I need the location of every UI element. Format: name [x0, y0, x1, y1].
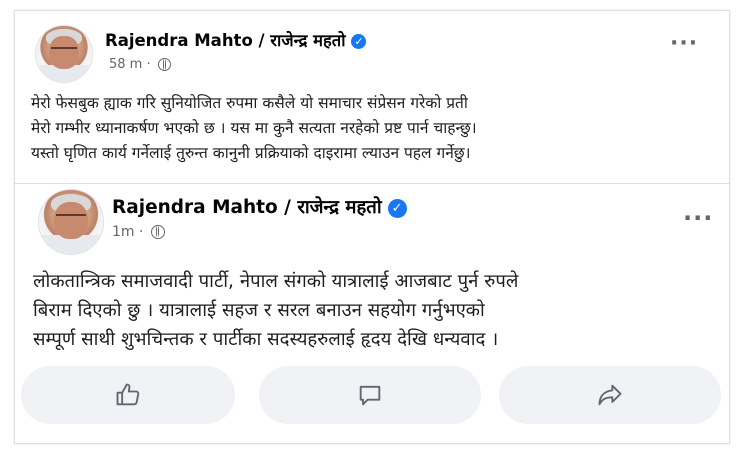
author-avatar[interactable]	[38, 189, 104, 255]
comment-button[interactable]	[259, 366, 481, 424]
comment-icon	[359, 385, 381, 406]
post-body-line: यस्तो घृणित कार्य गर्नेलाई तुरुन्त कानुन…	[31, 144, 471, 162]
shared-post: Rajendra Mahto / राजेन्द्र महतो ✓ 1m · ··…	[15, 184, 729, 443]
meta-separator: ·	[146, 57, 151, 72]
post-body-line: मेरो फेसबुक ह्याक गरि सुनियोजित रुपमा कस…	[31, 94, 468, 112]
author-name-text[interactable]: Rajendra Mahto / राजेन्द्र महतो	[112, 197, 382, 218]
like-button[interactable]	[21, 366, 235, 424]
post-timestamp[interactable]: 1m	[112, 224, 135, 240]
outer-post: Rajendra Mahto / राजेन्द्र महतो ✓ 58 m · …	[15, 11, 729, 183]
share-icon	[598, 384, 622, 406]
post-body: मेरो फेसबुक ह्याक गरि सुनियोजित रुपमा कस…	[31, 91, 721, 166]
thumbs-up-icon	[116, 383, 140, 406]
author-name-text[interactable]: Rajendra Mahto / राजेन्द्र महतो	[105, 31, 345, 50]
post-meta: 58 m ·	[109, 57, 171, 72]
author-name[interactable]: Rajendra Mahto / राजेन्द्र महतो ✓	[105, 28, 367, 51]
meta-separator: ·	[139, 224, 144, 240]
author-avatar[interactable]	[35, 25, 93, 83]
more-options-icon[interactable]: ···	[683, 204, 713, 232]
post-body-line: मेरो गम्भीर ध्यानाकर्षण भएको छ । यस मा क…	[31, 119, 477, 137]
post-body: लोकतान्त्रिक समाजवादी पार्टी, नेपाल संगक…	[33, 267, 723, 354]
more-options-icon[interactable]: ···	[670, 31, 698, 56]
globe-icon[interactable]	[150, 225, 165, 239]
facebook-post-card: Rajendra Mahto / राजेन्द्र महतो ✓ 58 m · …	[14, 10, 730, 444]
post-body-line: सम्पूर्ण साथी शुभचिन्तक र पार्टीका सदस्य…	[33, 329, 499, 350]
verified-badge-icon: ✓	[351, 34, 367, 49]
post-body-line: लोकतान्त्रिक समाजवादी पार्टी, नेपाल संगक…	[33, 271, 519, 292]
post-body-line: बिराम दिएको छु । यात्रालाई सहज र सरल बना…	[33, 300, 485, 321]
post-timestamp[interactable]: 58 m	[109, 57, 142, 72]
post-actions-bar	[21, 366, 723, 426]
post-meta: 1m ·	[112, 224, 165, 240]
share-button[interactable]	[499, 366, 721, 424]
author-name[interactable]: Rajendra Mahto / राजेन्द्र महतो ✓	[112, 194, 407, 219]
verified-badge-icon: ✓	[387, 198, 407, 218]
globe-icon[interactable]	[157, 58, 171, 71]
